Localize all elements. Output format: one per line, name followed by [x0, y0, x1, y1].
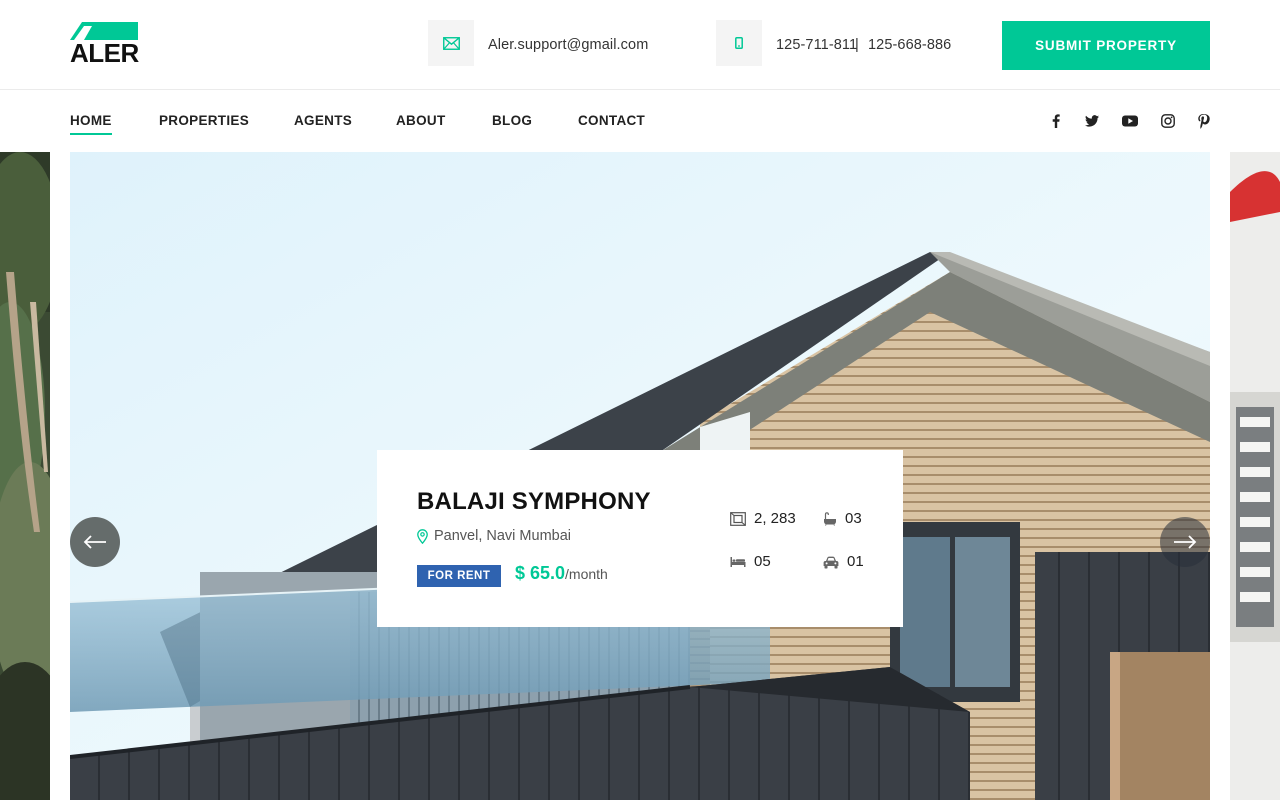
- nav-item-blog[interactable]: BLOG: [492, 113, 532, 133]
- phone-number-1[interactable]: 125-711-811: [776, 36, 857, 54]
- facebook-icon[interactable]: [1048, 113, 1064, 129]
- email-icon-box: [428, 20, 474, 66]
- property-location-text: Panvel, Navi Mumbai: [434, 528, 571, 544]
- feature-beds: 05: [730, 554, 771, 570]
- bathtub-icon: [824, 512, 836, 526]
- price-value: $ 65.0: [515, 563, 566, 583]
- youtube-icon[interactable]: [1122, 113, 1138, 129]
- arrow-left-icon: [83, 535, 106, 549]
- garages-value: 01: [847, 553, 864, 570]
- nav-item-properties[interactable]: PROPERTIES: [159, 113, 249, 133]
- slider-prev-button[interactable]: [70, 517, 120, 567]
- bed-icon: [730, 557, 746, 567]
- feature-area: 2, 283: [730, 511, 796, 527]
- map-pin-icon: [417, 528, 428, 544]
- logo-text: ALER: [70, 38, 139, 68]
- feature-baths: 03: [823, 511, 862, 527]
- baths-value: 03: [845, 510, 862, 527]
- hero-slider: BALAJI SYMPHONY Panvel, Navi Mumbai FOR …: [0, 152, 1280, 800]
- status-badge: FOR RENT: [417, 565, 501, 587]
- car-icon: [823, 556, 839, 568]
- phone-number-2[interactable]: 125-668-886: [868, 36, 951, 54]
- nav-item-home[interactable]: HOME: [70, 113, 112, 135]
- nav-item-contact[interactable]: CONTACT: [578, 113, 645, 133]
- main-nav: HOME PROPERTIES AGENTS ABOUT BLOG CONTAC…: [0, 91, 1280, 152]
- property-price: $ 65.0/month: [515, 562, 608, 586]
- mobile-phone-icon: [735, 37, 743, 49]
- previous-slide-preview: [0, 152, 50, 800]
- property-location: Panvel, Navi Mumbai: [417, 528, 571, 544]
- nav-item-agents[interactable]: AGENTS: [294, 113, 352, 133]
- twitter-icon[interactable]: [1084, 113, 1100, 129]
- feature-garages: 01: [823, 554, 864, 570]
- phone-icon-box: [716, 20, 762, 66]
- slider-next-button[interactable]: [1160, 517, 1210, 567]
- arrow-right-icon: [1174, 535, 1197, 549]
- envelope-icon: [442, 36, 460, 50]
- top-header: ALER Aler.support@gmail.com 125-711-811 …: [0, 0, 1280, 90]
- nav-item-about[interactable]: ABOUT: [396, 113, 446, 133]
- beds-value: 05: [754, 553, 771, 570]
- support-email-link[interactable]: Aler.support@gmail.com: [488, 36, 648, 54]
- logo[interactable]: ALER: [70, 22, 140, 68]
- instagram-icon[interactable]: [1160, 113, 1176, 129]
- area-icon: [730, 512, 746, 526]
- property-title[interactable]: BALAJI SYMPHONY: [417, 488, 651, 516]
- price-period: /month: [565, 566, 608, 582]
- area-value: 2, 283: [754, 510, 796, 527]
- property-card[interactable]: BALAJI SYMPHONY Panvel, Navi Mumbai FOR …: [377, 450, 903, 627]
- phone-separator: |: [855, 37, 859, 53]
- submit-property-button[interactable]: SUBMIT PROPERTY: [1002, 21, 1210, 70]
- pinterest-icon[interactable]: [1196, 113, 1212, 129]
- next-slide-preview: [1230, 152, 1280, 800]
